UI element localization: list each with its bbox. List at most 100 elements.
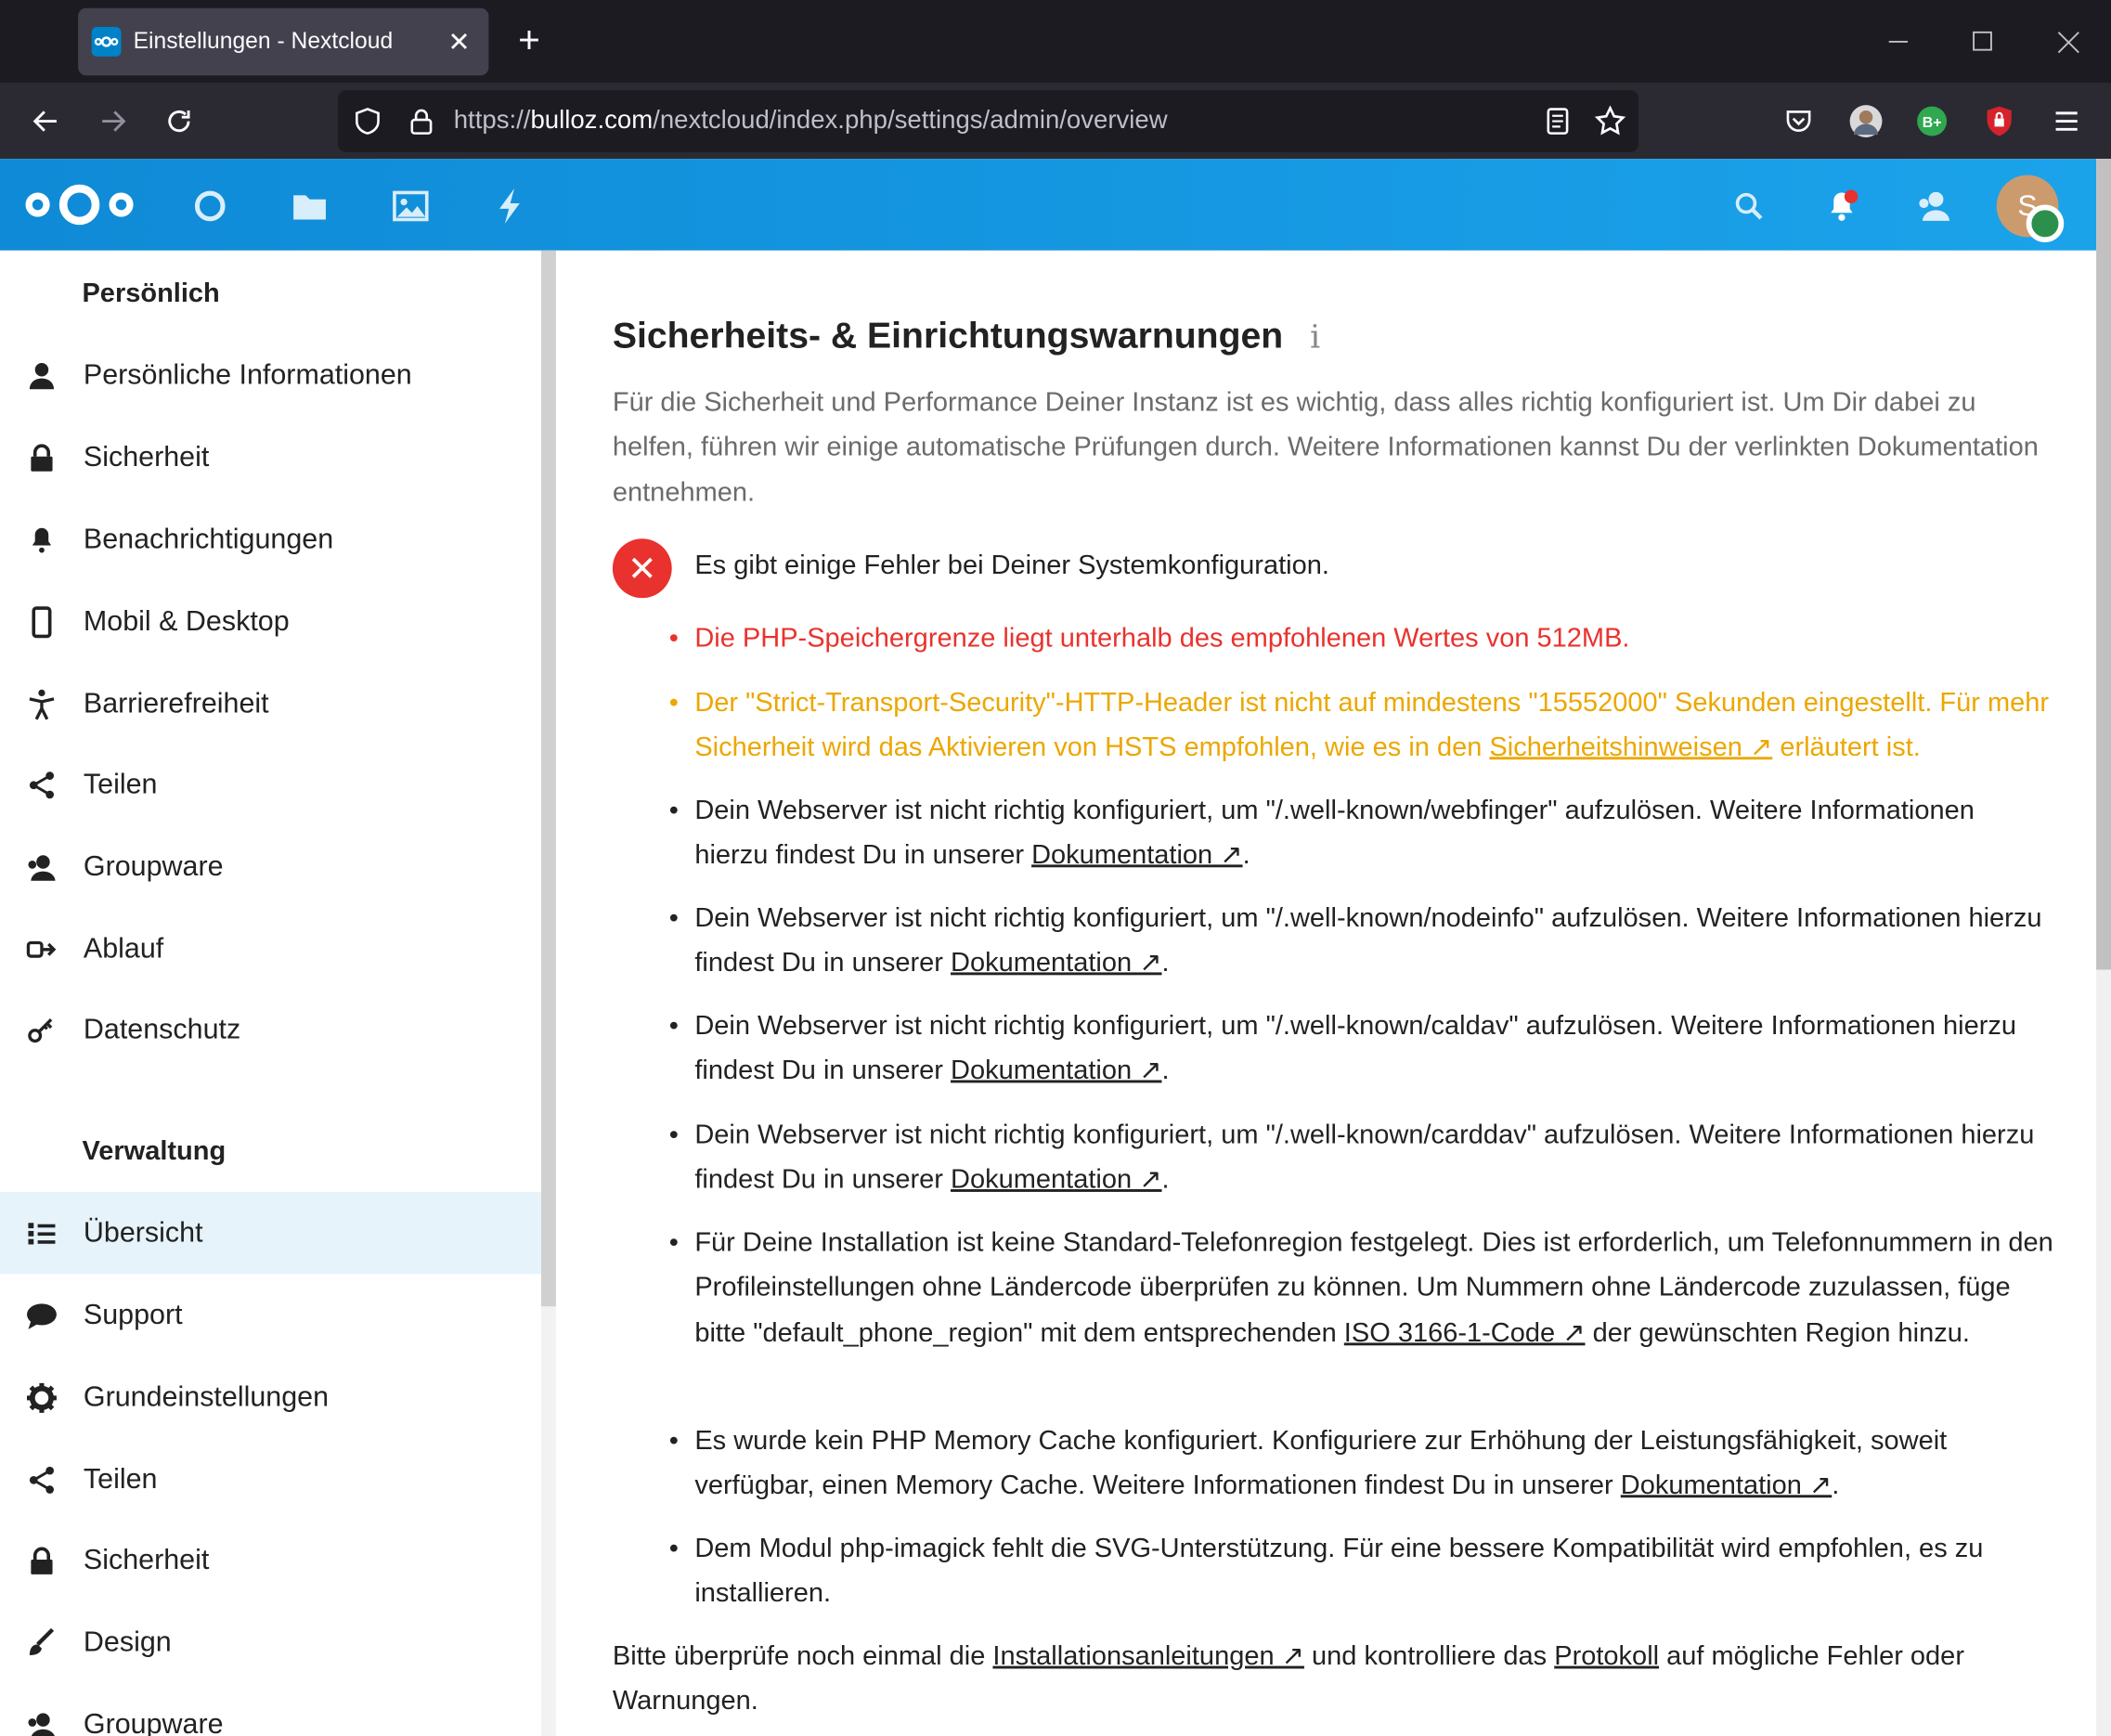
browser-tab-bar: Einstellungen - Nextcloud ✕ + <box>0 0 2111 84</box>
sidebar-scrollbar-thumb[interactable] <box>541 250 556 1307</box>
bullet-icon: • <box>668 1228 679 1258</box>
warning-imagick: Dem Modul php-imagick fehlt die SVG-Unte… <box>694 1534 1984 1609</box>
sidebar-item-groupware-admin[interactable]: Groupware <box>0 1683 541 1736</box>
sidebar-item-label: Teilen <box>83 768 158 800</box>
link-security-tips[interactable]: Sicherheitshinweisen ↗ <box>1489 733 1772 763</box>
forward-icon[interactable] <box>95 102 133 140</box>
sidebar-item-label: Ablauf <box>83 932 164 965</box>
photos-icon[interactable] <box>391 186 432 227</box>
warning-nodeinfo: Dein Webserver ist nicht richtig konfigu… <box>694 903 2042 978</box>
sidebar-item-sharing-admin[interactable]: Teilen <box>0 1438 541 1520</box>
sidebar-item-design[interactable]: Design <box>0 1601 541 1683</box>
list-icon <box>24 1215 59 1250</box>
bullet-icon: • <box>668 688 679 719</box>
sidebar-item-label: Grundeinstellungen <box>83 1380 330 1413</box>
link-documentation[interactable]: Dokumentation ↗ <box>951 949 1161 978</box>
bullet-icon: • <box>668 796 679 826</box>
bullet-icon: • <box>668 1121 679 1150</box>
extension-shield-icon[interactable] <box>1980 102 2018 140</box>
key-icon <box>24 1012 59 1047</box>
bullet-icon: • <box>668 623 679 654</box>
link-documentation[interactable]: Dokumentation ↗ <box>1031 841 1242 871</box>
sidebar-item-security-personal[interactable]: Sicherheit <box>0 416 541 498</box>
warning-phone-region: Für Deine Installation ist keine Standar… <box>694 1228 2053 1348</box>
sidebar-item-accessibility[interactable]: Barrierefreiheit <box>0 663 541 745</box>
sidebar-item-flow[interactable]: Ablauf <box>0 908 541 990</box>
intro-text: Für die Sicherheit und Performance Deine… <box>612 387 2039 508</box>
chat-icon <box>24 1298 59 1333</box>
close-window-icon[interactable] <box>2049 21 2090 62</box>
info-icon[interactable]: i <box>1310 317 1320 356</box>
sidebar-item-label: Design <box>83 1626 172 1658</box>
close-tab-icon[interactable]: ✕ <box>440 25 478 58</box>
gear-icon <box>24 1380 59 1415</box>
lock-icon[interactable] <box>406 105 438 144</box>
files-icon[interactable] <box>290 186 330 227</box>
warning-memcache: Es wurde kein PHP Memory Cache konfiguri… <box>694 1426 1948 1501</box>
svg-text:B+: B+ <box>1923 115 1942 131</box>
link-installation-guides[interactable]: Installationsanleitungen ↗ <box>992 1641 1304 1671</box>
section-title-admin: Verwaltung <box>82 1136 227 1167</box>
menu-icon[interactable] <box>2048 102 2086 140</box>
sidebar-item-basic-settings[interactable]: Grundeinstellungen <box>0 1356 541 1438</box>
minimize-icon[interactable] <box>1880 21 1921 62</box>
contacts-icon <box>24 1707 59 1736</box>
tab-title: Einstellungen - Nextcloud <box>133 28 394 55</box>
sidebar-item-label: Support <box>83 1299 183 1330</box>
bullet-icon: • <box>668 1534 679 1564</box>
sidebar-item-label: Groupware <box>83 850 224 882</box>
sidebar-item-overview[interactable]: Übersicht <box>0 1191 542 1275</box>
sidebar-item-label: Benachrichtigungen <box>83 523 334 554</box>
sidebar-item-label: Datenschutz <box>83 1013 241 1045</box>
sidebar-item-mobile-desktop[interactable]: Mobil & Desktop <box>0 580 541 662</box>
back-icon[interactable] <box>27 102 65 140</box>
dashboard-icon[interactable] <box>189 186 230 227</box>
sidebar-item-groupware-personal[interactable]: Groupware <box>0 825 541 907</box>
user-icon <box>24 357 59 393</box>
sidebar-item-label: Sicherheit <box>83 441 210 473</box>
link-documentation[interactable]: Dokumentation ↗ <box>951 1165 1161 1195</box>
new-tab-icon[interactable]: + <box>512 20 547 59</box>
url-bar[interactable]: https://bulloz.com/nextcloud/index.php/s… <box>338 90 1638 152</box>
sidebar-item-label: Groupware <box>83 1708 224 1736</box>
link-iso-code[interactable]: ISO 3166-1-Code ↗ <box>1344 1318 1586 1348</box>
sidebar-item-personal-info[interactable]: Persönliche Informationen <box>0 334 541 416</box>
page-scrollbar-thumb[interactable] <box>2096 159 2111 970</box>
settings-sidebar: Persönlich Persönliche Informationen Sic… <box>0 250 542 1736</box>
contacts-icon <box>24 849 59 885</box>
warning-caldav: Dein Webserver ist nicht richtig konfigu… <box>694 1011 2017 1086</box>
sidebar-item-sharing-personal[interactable]: Teilen <box>0 744 541 825</box>
accessibility-icon <box>24 686 59 721</box>
browser-nav-bar: https://bulloz.com/nextcloud/index.php/s… <box>0 83 2111 160</box>
maximize-icon[interactable] <box>1962 21 2003 62</box>
sidebar-item-label: Mobil & Desktop <box>83 605 290 637</box>
sidebar-item-privacy[interactable]: Datenschutz <box>0 989 541 1070</box>
sidebar-item-label: Übersicht <box>83 1216 203 1249</box>
main-content: Sicherheits- & Einrichtungswarnungen i F… <box>555 250 2097 1736</box>
profile-avatar-icon[interactable] <box>1847 102 1885 140</box>
activity-icon[interactable] <box>490 186 531 227</box>
contacts-menu-icon[interactable] <box>1914 186 1955 227</box>
url-text[interactable]: https://bulloz.com/nextcloud/index.php/s… <box>454 107 1168 136</box>
link-documentation[interactable]: Dokumentation ↗ <box>1621 1471 1832 1501</box>
sidebar-item-notifications[interactable]: Benachrichtigungen <box>0 499 541 580</box>
error-icon: ✕ <box>612 538 672 599</box>
shield-icon[interactable] <box>352 105 384 144</box>
nextcloud-logo-icon[interactable] <box>21 182 137 235</box>
reload-icon[interactable] <box>161 102 199 140</box>
pocket-icon[interactable] <box>1780 102 1818 140</box>
link-log[interactable]: Protokoll <box>1554 1641 1659 1671</box>
extension-bplus-icon[interactable]: B+ <box>1913 102 1951 140</box>
sidebar-item-support[interactable]: Support <box>0 1274 541 1355</box>
sidebar-item-security-admin[interactable]: Sicherheit <box>0 1519 541 1600</box>
link-documentation[interactable]: Dokumentation ↗ <box>951 1056 1161 1086</box>
phone-icon <box>24 604 59 640</box>
bookmark-star-icon[interactable] <box>1593 104 1628 146</box>
reader-view-icon[interactable] <box>1542 105 1574 144</box>
search-icon[interactable] <box>1729 186 1769 227</box>
sidebar-item-label: Teilen <box>83 1463 158 1495</box>
warning-webfinger: Dein Webserver ist nicht richtig konfigu… <box>694 796 1975 871</box>
brush-icon <box>24 1625 59 1660</box>
browser-tab[interactable]: Einstellungen - Nextcloud ✕ <box>78 7 489 76</box>
bullet-icon: • <box>668 903 679 934</box>
